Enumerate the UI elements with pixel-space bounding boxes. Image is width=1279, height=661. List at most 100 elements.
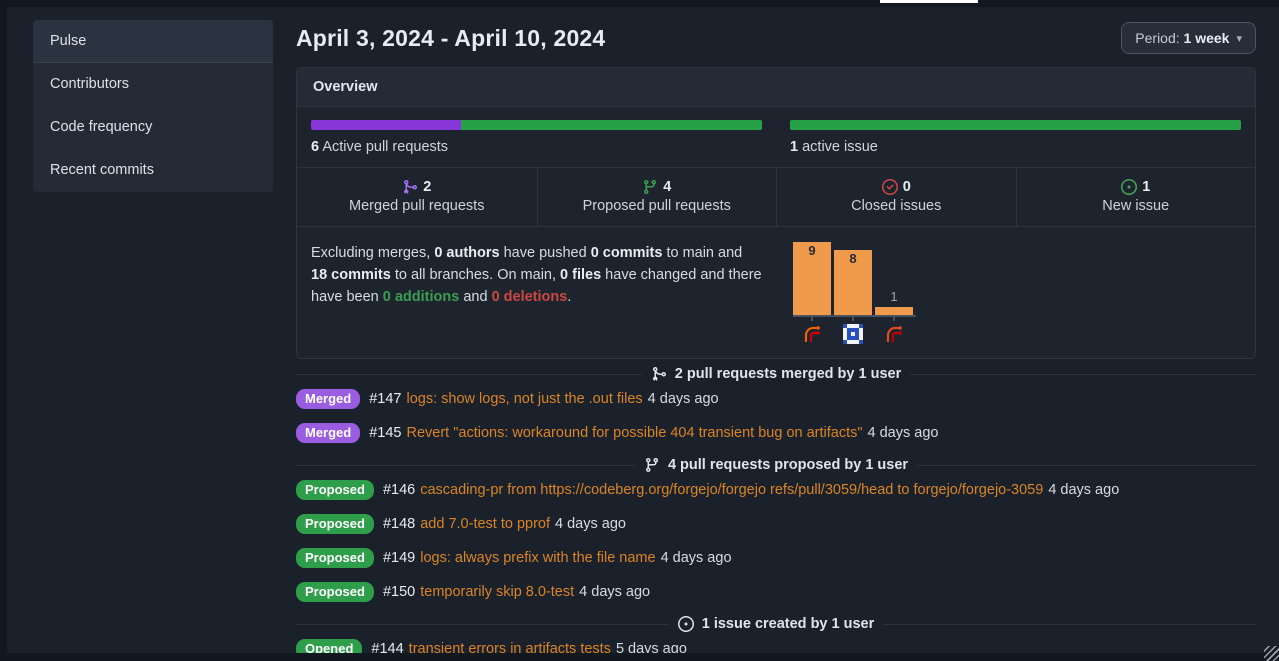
contributor-bars: 98 1 [793,242,1255,315]
avatar-forgejo-user[interactable] [875,324,913,344]
sidebar-item-recent-commits[interactable]: Recent commits [33,149,273,192]
status-badge: Proposed [296,480,374,500]
timestamp: 4 days ago [1048,482,1119,498]
stat-label: Closed issues [785,198,1008,214]
page-title: April 3, 2024 - April 10, 2024 [296,25,605,52]
item-title-link[interactable]: cascading-pr from https://codeberg.org/f… [420,482,1043,498]
commit-count-bar: 8 [834,250,872,315]
divider-line [883,624,1256,625]
issues-progress: 1 active issue [776,107,1255,167]
progress-row: 6 Active pull requests 1 active issue [297,107,1255,167]
divider-line [910,374,1256,375]
avatar-identicon-user[interactable] [834,324,872,344]
main-column: April 3, 2024 - April 10, 2024 Period: 1… [296,19,1256,653]
stat-count: 4 [663,179,671,195]
divider-line [296,374,642,375]
git-branch-icon [642,179,658,195]
item-number: #146 [383,482,415,498]
chart-axis-ticks [793,317,1255,321]
section-header-1-issue-created-by-1-user: 1 issue created by 1 user [296,616,1256,632]
section-title: 2 pull requests merged by 1 user [675,366,901,382]
feed-row-146: Proposed #146 cascading-pr from https://co… [296,480,1256,500]
item-number: #148 [383,516,415,532]
timestamp: 4 days ago [648,391,719,407]
status-badge: Merged [296,389,360,409]
sidebar-item-contributors[interactable]: Contributors [33,63,273,106]
timestamp: 4 days ago [661,550,732,566]
overview-panel-title: Overview [297,68,1255,107]
timestamp: 4 days ago [868,425,939,441]
section-header-4-pull-requests-proposed-by-1-user: 4 pull requests proposed by 1 user [296,457,1256,473]
item-number: #145 [369,425,401,441]
contributor-chart: 98 1 [776,227,1255,358]
stat-closed-issues: 0 Closed issues [776,168,1016,226]
contributor-avatars [793,324,1255,344]
main-header: April 3, 2024 - April 10, 2024 Period: 1… [296,19,1256,57]
item-title-link[interactable]: add 7.0-test to pprof [420,516,550,532]
progress-segment-merged [311,120,461,130]
status-badge: Merged [296,423,360,443]
stat-proposed-pull-requests: 4 Proposed pull requests [537,168,777,226]
issue-open-icon [1121,179,1137,195]
item-title-link[interactable]: temporarily skip 8.0-test [420,584,574,600]
timestamp: 5 days ago [616,641,687,653]
issues-progress-bar [790,120,1241,130]
timestamp: 4 days ago [579,584,650,600]
stat-label: New issue [1025,198,1248,214]
item-title-link[interactable]: transient errors in artifacts tests [409,641,611,653]
feed-row-144: Opened #144 transient errors in artifacts … [296,639,1256,653]
avatar-forgejo-bot[interactable] [793,324,831,344]
issues-progress-label: 1 active issue [790,139,1241,155]
period-dropdown-button[interactable]: Period: 1 week ▾ [1121,22,1256,54]
status-badge: Proposed [296,548,374,568]
divider-line [296,465,635,466]
git-merge-icon [651,366,667,382]
section-title: 4 pull requests proposed by 1 user [668,457,908,473]
status-badge: Proposed [296,514,374,534]
period-value: 1 week [1184,30,1230,46]
feed-row-145: Merged #145 Revert "actions: workaround fo… [296,423,1256,443]
git-branch-icon [644,457,660,473]
bar-value-label: 9 [793,243,831,258]
stat-label: Proposed pull requests [546,198,769,214]
pull-requests-progress-bar [311,120,762,130]
bar-value-label: 1 [875,289,913,304]
bar-value-label: 8 [834,251,872,266]
item-number: #150 [383,584,415,600]
divider-line [296,624,669,625]
status-badge: Proposed [296,582,374,602]
window-resize-grip[interactable] [1264,646,1279,661]
item-number: #147 [369,391,401,407]
sidebar-item-pulse[interactable]: Pulse [33,20,273,63]
commit-count-bar: 1 [875,307,913,315]
stat-count: 2 [423,179,431,195]
feed-row-148: Proposed#148add 7.0-test to pprof4 days … [296,514,1256,534]
chevron-down-icon: ▾ [1236,32,1242,45]
stat-count: 1 [1142,179,1150,195]
section-title: 1 issue created by 1 user [702,616,875,632]
stat-count: 0 [903,179,911,195]
window-frame-bottom [0,653,1279,661]
divider-line [917,465,1256,466]
item-number: #144 [371,641,403,653]
sidebar-item-code-frequency[interactable]: Code frequency [33,106,273,149]
activity-feed: 2 pull requests merged by 1 user Merged #1… [296,366,1256,653]
axis-tick [834,317,872,321]
feed-row-150: Proposed #150 temporarily skip 8.0-test 4 d… [296,582,1256,602]
item-title-link[interactable]: logs: always prefix with the file name [420,550,655,566]
overview-panel: Overview 6 Active pull requests 1 active… [296,67,1256,359]
item-title-link[interactable]: Revert "actions: workaround for possible… [407,425,863,441]
pull-requests-progress-label: 6 Active pull requests [311,139,762,155]
commit-summary-text: Excluding merges, 0 authors have pushed … [297,227,776,358]
progress-segment-proposed [461,120,762,130]
status-badge: Opened [296,639,362,653]
feed-row-149: Proposed#149logs: always prefix with the… [296,548,1256,568]
axis-tick [875,317,913,321]
active-tab-underline [880,0,978,3]
item-title-link[interactable]: logs: show logs, not just the .out files [407,391,643,407]
issue-open-icon [678,616,694,632]
stats-row: 2 Merged pull requests 4 Proposed pull requ… [297,167,1255,227]
stat-label: Merged pull requests [305,198,529,214]
stat-merged-pull-requests: 2 Merged pull requests [297,168,537,226]
period-label: Period: [1135,30,1179,46]
